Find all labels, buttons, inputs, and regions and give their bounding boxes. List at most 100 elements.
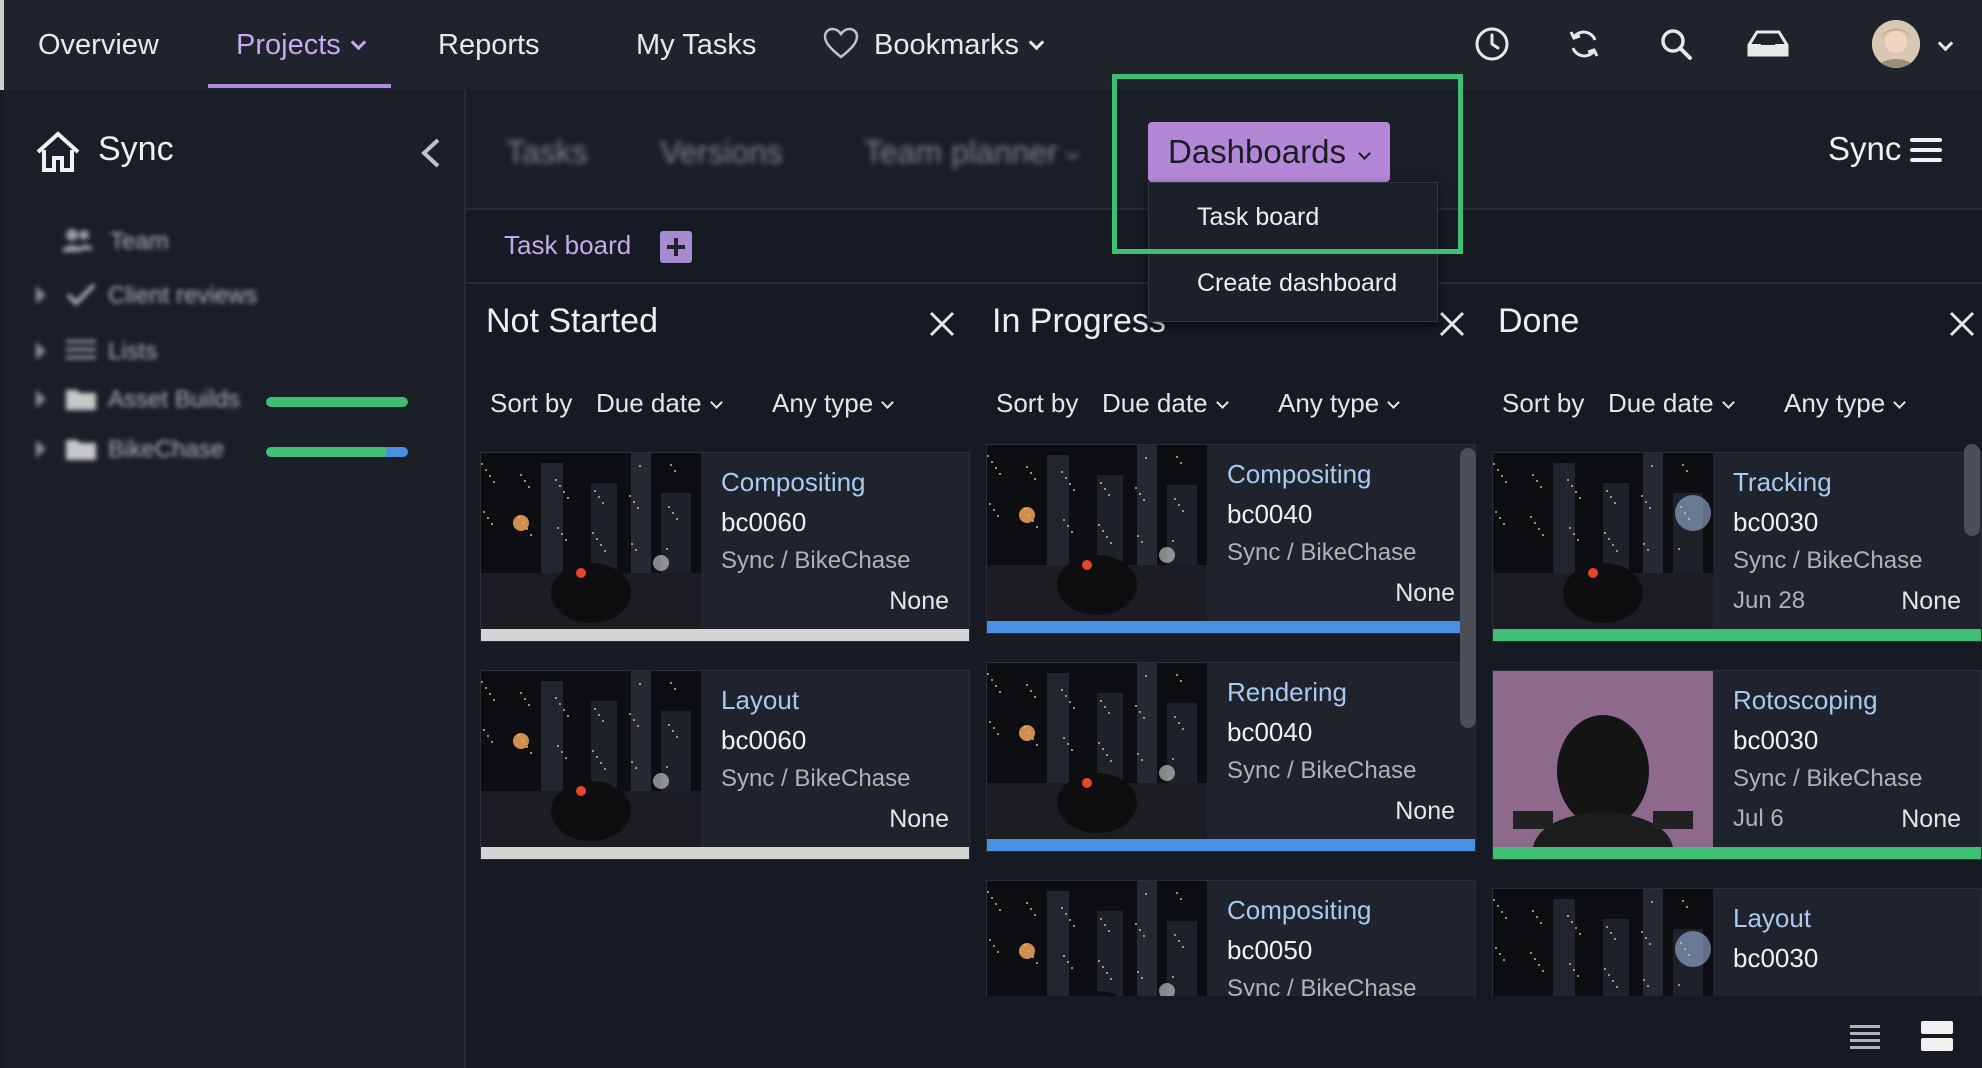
task-card[interactable]: Compositing bc0050 Sync / BikeChase (986, 880, 1476, 996)
close-icon[interactable] (1438, 310, 1466, 338)
close-icon[interactable] (1948, 310, 1976, 338)
column-title: Done (1498, 302, 1580, 340)
sort-field-dropdown[interactable]: Due date (1608, 388, 1735, 419)
status-bar (987, 839, 1475, 851)
expand-caret-icon[interactable] (36, 440, 46, 458)
assignee: None (889, 805, 949, 833)
compact-view-icon[interactable] (1850, 1022, 1882, 1050)
tab-versions[interactable]: Versions (660, 134, 783, 171)
sidebar-item-label: Client reviews (108, 282, 258, 309)
list-icon (66, 340, 96, 359)
type-filter-dropdown[interactable]: Any type (1784, 388, 1907, 419)
chevron-down-icon (881, 396, 895, 409)
menu-item-create-dashboard[interactable]: Create dashboard (1197, 269, 1397, 298)
clock-icon[interactable] (1470, 22, 1514, 66)
avatar[interactable] (1872, 20, 1920, 68)
status-bar (1493, 629, 1981, 641)
nav-projects[interactable]: Projects (236, 0, 367, 90)
task-type-link[interactable]: Tracking (1733, 467, 1832, 498)
task-type-link[interactable]: Compositing (1227, 895, 1372, 926)
nav-overview-label: Overview (38, 29, 159, 61)
thumbnail-image (481, 453, 701, 629)
task-type-link[interactable]: Compositing (721, 467, 866, 498)
collapse-sidebar-icon[interactable] (416, 136, 446, 170)
type-filter-label: Any type (1784, 388, 1886, 418)
task-card[interactable]: Rotoscoping bc0030 Sync / BikeChase Jul … (1492, 670, 1982, 860)
sort-field-dropdown[interactable]: Due date (1102, 388, 1229, 419)
task-type-link[interactable]: Rendering (1227, 677, 1347, 708)
task-card[interactable]: Layout bc0060 Sync / BikeChase None (480, 670, 970, 860)
nav-reports[interactable]: Reports (438, 0, 540, 90)
column-title: Not Started (486, 302, 658, 340)
column-title: In Progress (992, 302, 1166, 340)
sidebar-item-bikechase[interactable]: BikeChase (4, 416, 464, 486)
view-toggle (1850, 1016, 1960, 1056)
close-icon[interactable] (928, 310, 956, 338)
chevron-down-icon (1721, 396, 1735, 409)
highlight-box (1112, 74, 1463, 254)
chevron-down-icon (1028, 34, 1045, 51)
assignee: None (1901, 587, 1961, 615)
nav-my-tasks[interactable]: My Tasks (636, 0, 756, 90)
expand-caret-icon[interactable] (36, 286, 46, 304)
task-card[interactable]: Layout bc0030 (1492, 888, 1982, 996)
task-code: bc0030 (1733, 943, 1819, 973)
tab-task-board[interactable]: Task board (504, 230, 631, 261)
nav-reports-label: Reports (438, 29, 540, 61)
home-icon[interactable] (34, 130, 82, 174)
expand-caret-icon[interactable] (36, 390, 46, 408)
task-code: bc0030 (1733, 725, 1819, 755)
sidebar-item-label: Lists (108, 338, 158, 365)
assignee: None (1901, 805, 1961, 833)
task-type-link[interactable]: Rotoscoping (1733, 685, 1878, 716)
project-sidebar: Sync Team Client reviews Lists Asset Bui… (4, 90, 466, 1068)
column-scrollbar[interactable] (1460, 448, 1476, 728)
nav-bookmarks[interactable]: Bookmarks (822, 0, 1045, 90)
task-code: bc0060 (721, 725, 807, 755)
sort-by-label: Sort by (490, 388, 573, 418)
column-scrollbar[interactable] (1964, 444, 1980, 536)
thumbnail-image (987, 445, 1207, 621)
team-icon (62, 229, 93, 252)
task-code: bc0040 (1227, 499, 1313, 529)
task-type-link[interactable]: Compositing (1227, 459, 1372, 490)
avatar-chevron-down-icon[interactable] (1937, 35, 1954, 52)
tab-tasks[interactable]: Tasks (506, 134, 588, 171)
menu-icon[interactable] (1910, 138, 1942, 166)
search-icon[interactable] (1654, 22, 1698, 66)
top-navigation-bar: Overview Projects Reports My Tasks Bookm… (0, 0, 1982, 90)
task-card[interactable]: Compositing bc0040 Sync / BikeChase None (986, 444, 1476, 634)
tab-team-planner[interactable]: Team planner (864, 134, 1079, 171)
thumbnail-image (1493, 889, 1713, 996)
nav-overview[interactable]: Overview (38, 0, 159, 90)
task-card[interactable]: Rendering bc0040 Sync / BikeChase None (986, 662, 1476, 852)
add-dashboard-icon[interactable] (660, 231, 692, 263)
due-date: Jun 28 (1733, 587, 1806, 614)
task-type-link[interactable]: Layout (1733, 903, 1811, 934)
status-bar (1493, 847, 1981, 859)
inbox-icon[interactable] (1746, 22, 1790, 66)
type-filter-dropdown[interactable]: Any type (772, 388, 895, 419)
expand-caret-icon[interactable] (36, 342, 46, 360)
sort-field-dropdown[interactable]: Due date (596, 388, 723, 419)
task-type-link[interactable]: Layout (721, 685, 799, 716)
chevron-down-icon (350, 34, 367, 51)
sidebar-item-label: BikeChase (108, 436, 225, 463)
active-nav-underline (208, 84, 391, 88)
sort-field-label: Due date (1102, 388, 1208, 418)
type-filter-label: Any type (772, 388, 874, 418)
sync-icon[interactable] (1562, 22, 1606, 66)
nav-bookmarks-label: Bookmarks (874, 29, 1020, 61)
folder-icon (66, 440, 96, 460)
task-card[interactable]: Compositing bc0060 Sync / BikeChase None (480, 452, 970, 642)
sort-by-label: Sort by (1502, 388, 1585, 418)
board-column: Done Sort by Due date Any type Tracking … (1478, 284, 1982, 996)
board-column: In Progress Sort by Due date Any type Co… (972, 284, 1477, 996)
status-bar (481, 629, 969, 641)
task-card[interactable]: Tracking bc0030 Sync / BikeChase Jun 28 … (1492, 452, 1982, 642)
type-filter-dropdown[interactable]: Any type (1278, 388, 1401, 419)
sort-field-label: Due date (596, 388, 702, 418)
thumbnail-image (1493, 671, 1713, 847)
card-view-icon[interactable] (1920, 1020, 1954, 1052)
sidebar-item-label: Asset Builds (108, 386, 241, 413)
